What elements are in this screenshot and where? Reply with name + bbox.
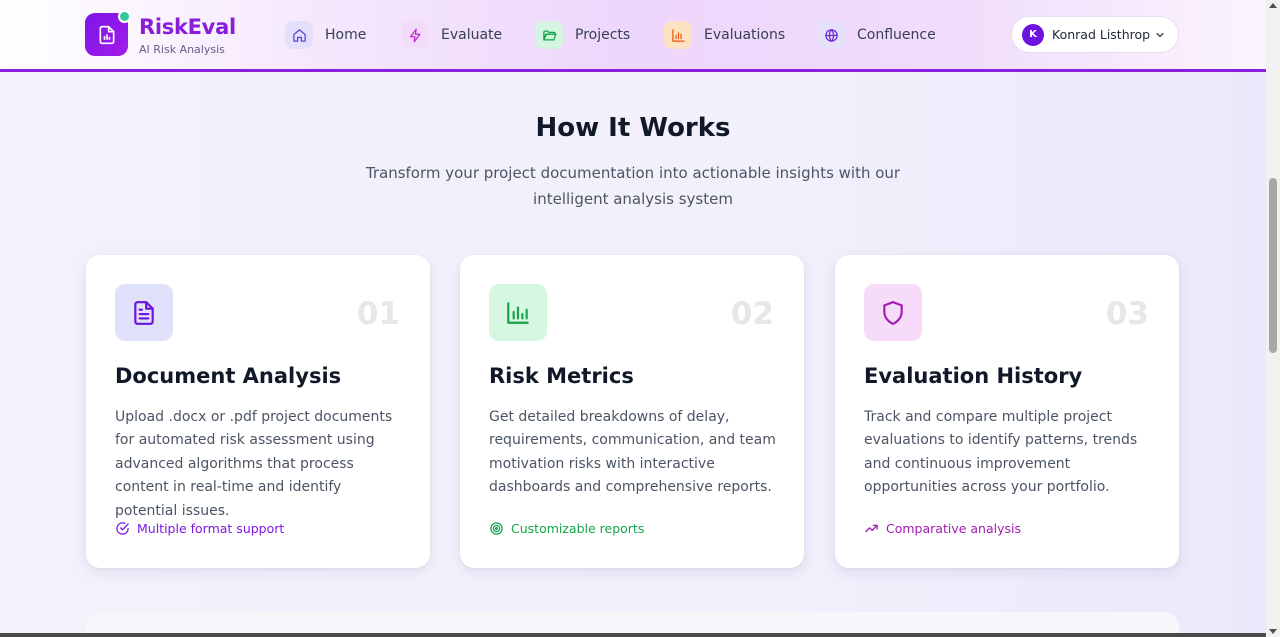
card-description: Track and compare multiple project evalu… — [864, 409, 1138, 496]
nav-evaluate[interactable]: Evaluate — [401, 21, 502, 49]
card-description: Get detailed breakdowns of delay, requir… — [489, 409, 776, 496]
step-number: 03 — [1105, 296, 1149, 332]
card-feature: Multiple format support — [115, 521, 284, 536]
feature-card-document-analysis: 01 Document Analysis Upload .docx or .pd… — [86, 255, 430, 568]
nav-confluence[interactable]: Confluence — [817, 21, 936, 49]
folder-open-icon — [535, 21, 563, 49]
nav-home-label: Home — [325, 27, 367, 43]
card-feature-label: Comparative analysis — [886, 521, 1021, 536]
card-title: Risk Metrics — [489, 364, 634, 388]
avatar: K — [1022, 23, 1044, 46]
card-title: Document Analysis — [115, 364, 342, 388]
trending-up-icon — [865, 524, 878, 533]
scroll-up-arrow-icon[interactable] — [1269, 3, 1277, 8]
card-feature: Customizable reports — [489, 521, 644, 536]
section-title: How It Works — [535, 113, 731, 143]
vertical-scrollbar[interactable] — [1266, 0, 1280, 637]
shield-icon — [864, 284, 922, 341]
section-subtitle: Transform your project documentation int… — [365, 164, 901, 208]
scroll-down-arrow-icon[interactable] — [1269, 629, 1277, 634]
home-icon — [285, 21, 313, 49]
status-dot — [118, 10, 131, 23]
user-menu-button[interactable]: K Konrad Listhrop — [1011, 16, 1179, 53]
feature-card-risk-metrics: 02 Risk Metrics Get detailed breakdowns … — [460, 255, 804, 568]
bar-chart-icon — [489, 284, 547, 341]
document-icon — [115, 284, 173, 341]
scrollbar-thumb[interactable] — [1269, 178, 1277, 353]
chevron-down-icon — [1156, 32, 1164, 38]
check-circle-icon — [116, 522, 129, 535]
step-number: 02 — [730, 296, 774, 332]
nav-home[interactable]: Home — [285, 21, 366, 49]
lightning-icon — [401, 21, 429, 49]
brand-name[interactable]: RiskEval — [139, 15, 236, 39]
bottom-edge — [0, 633, 1266, 637]
nav-evaluations-label: Evaluations — [704, 27, 786, 43]
nav-confluence-label: Confluence — [857, 27, 936, 43]
user-name: Konrad Listhrop — [1052, 27, 1151, 42]
card-description: Upload .docx or .pdf project documents f… — [115, 409, 393, 519]
card-feature-label: Customizable reports — [511, 521, 645, 536]
nav-evaluations[interactable]: Evaluations — [664, 21, 785, 49]
nav-evaluate-label: Evaluate — [441, 27, 503, 43]
nav-projects-label: Projects — [575, 27, 631, 43]
nav-projects[interactable]: Projects — [535, 21, 630, 49]
card-feature-label: Multiple format support — [137, 521, 285, 536]
feature-card-evaluation-history: 03 Evaluation History Track and compare … — [835, 255, 1179, 568]
document-chart-icon — [99, 25, 114, 44]
brand-tagline: AI Risk Analysis — [139, 43, 225, 56]
globe-icon — [817, 21, 845, 49]
target-icon — [490, 522, 503, 535]
card-feature: Comparative analysis — [864, 521, 1021, 536]
bar-chart-icon — [664, 21, 692, 49]
step-number: 01 — [356, 296, 400, 332]
top-navigation-bar: RiskEval AI Risk Analysis Home Evaluate … — [0, 0, 1266, 72]
card-title: Evaluation History — [864, 364, 1083, 388]
